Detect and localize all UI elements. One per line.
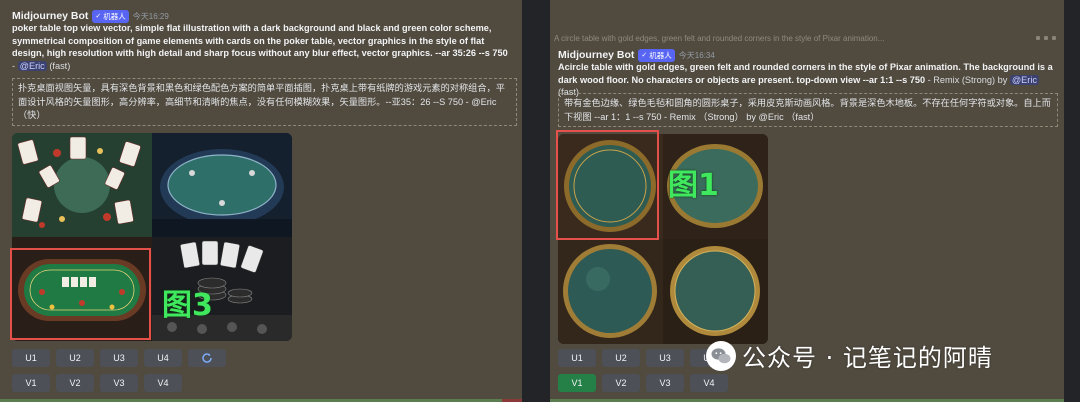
reroll-button[interactable] [188,349,226,367]
upscale-buttons: U1 U2 U3 U4 [558,349,728,367]
translation-text: 扑克桌面视图矢量，具有深色背景和黑色和绿色配色方案的简单平面插图，扑克桌上带有纸… [18,83,505,120]
grid-image-2[interactable] [152,133,292,237]
refresh-icon [202,353,212,363]
variation-button-2[interactable]: V2 [56,374,94,392]
variation-button-1[interactable]: V1 [12,374,50,392]
prompt-separator: - [12,60,18,71]
highlight-box [556,130,659,240]
check-icon: ✓ [95,13,102,20]
variation-button-1[interactable]: V1 [558,374,596,392]
timestamp: 今天16:34 [678,50,715,60]
upscale-button-1[interactable]: U1 [558,349,596,367]
panel-gap [522,0,550,402]
check-icon: ✓ [641,52,648,59]
variation-button-2[interactable]: V2 [602,374,640,392]
bot-badge-label: 机器人 [649,50,672,60]
user-mention[interactable]: @Eric [17,60,47,71]
upscale-button-2[interactable]: U2 [56,349,94,367]
prompt-body: poker table top view vector, simple flat… [12,23,508,59]
prompt-speed: (fast) [49,60,71,71]
upscale-button-1[interactable]: U1 [12,349,50,367]
watermark: 公众号 · 记笔记的阿晴 [706,338,993,373]
more-options-icon[interactable] [1036,36,1056,40]
timestamp: 今天16:29 [132,11,169,21]
previous-message-area: A circle table with gold edges, green fe… [550,0,1064,43]
left-message-panel: Midjourney Bot ✓ 机器人 今天16:29 poker table … [0,0,522,402]
variation-button-4[interactable]: V4 [144,374,182,392]
bot-name[interactable]: Midjourney Bot [558,49,634,61]
translation-box: 扑克桌面视图矢量，具有深色背景和黑色和绿色配色方案的简单平面插图，扑克桌上带有纸… [12,78,517,126]
message-header: Midjourney Bot ✓ 机器人 今天16:29 [12,9,169,23]
message-header: Midjourney Bot ✓ 机器人 今天16:34 [558,48,715,62]
user-mention[interactable]: @Eric [1009,74,1039,85]
translation-box: 带有金色边缘、绿色毛毡和圆角的圆形桌子，采用皮克斯动画风格。背景是深色木地板。不… [558,93,1058,127]
translation-text: 带有金色边缘、绿色毛毡和圆角的圆形桌子，采用皮克斯动画风格。背景是深色木地板。不… [564,98,1051,122]
right-edge [1064,0,1080,402]
figure-label: 图1 [668,168,719,203]
upscale-button-3[interactable]: U3 [646,349,684,367]
grid-image-1[interactable] [12,133,152,237]
variation-button-4[interactable]: V4 [690,374,728,392]
bot-badge-label: 机器人 [103,11,126,21]
wechat-icon [706,340,736,371]
prompt-separator: - Remix (Strong) by [925,74,1010,85]
grid-image-4[interactable] [663,239,768,344]
upscale-buttons: U1 U2 U3 U4 [12,349,226,367]
bot-name[interactable]: Midjourney Bot [12,10,88,22]
highlight-box [10,248,151,340]
variation-button-3[interactable]: V3 [100,374,138,392]
grid-image-3[interactable] [558,239,663,344]
figure-label: 图3 [162,288,213,323]
upscale-button-4[interactable]: U4 [144,349,182,367]
prompt-text: poker table top view vector, simple flat… [12,22,512,72]
variation-buttons: V1 V2 V3 V4 [12,374,182,392]
bot-badge: ✓ 机器人 [92,9,129,23]
variation-buttons: V1 V2 V3 V4 [558,374,728,392]
upscale-button-2[interactable]: U2 [602,349,640,367]
watermark-text: 公众号 · 记笔记的阿晴 [742,344,993,372]
bot-badge: ✓ 机器人 [638,48,675,62]
previous-message-text: A circle table with gold edges, green fe… [554,34,885,43]
variation-button-3[interactable]: V3 [646,374,684,392]
upscale-button-3[interactable]: U3 [100,349,138,367]
